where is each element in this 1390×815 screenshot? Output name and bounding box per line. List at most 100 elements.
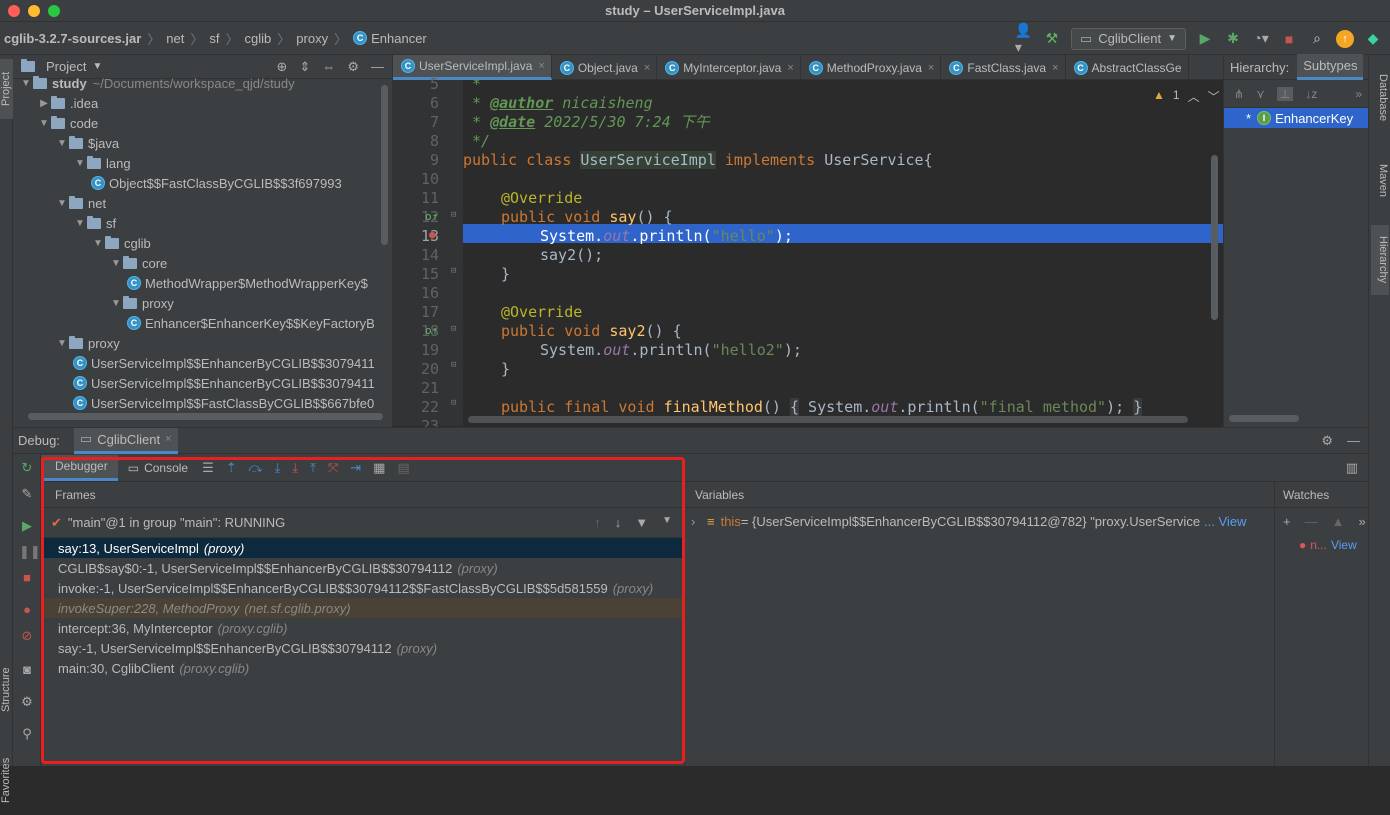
thread-selector[interactable]: ✔ "main"@1 in group "main": RUNNING ↑ ↓ … <box>41 508 684 538</box>
view-breakpoints-icon[interactable]: ● <box>19 602 35 618</box>
database-tool-tab[interactable]: Database <box>1371 63 1389 133</box>
tree-class-item[interactable]: C Object$$FastClassByCGLIB$$3f697993 <box>91 173 342 193</box>
drop-frame-icon[interactable]: ⤧ <box>328 460 338 476</box>
fold-icon[interactable]: ⊟ <box>451 266 456 276</box>
menu-icon[interactable]: ☰ <box>202 460 214 476</box>
trace-icon[interactable]: ▤ <box>397 460 409 476</box>
tree-class-item[interactable]: C UserServiceImpl$$EnhancerByCGLIB$$30794… <box>73 353 375 373</box>
tree-folder-item[interactable]: ▼ lang <box>73 153 131 173</box>
chevron-up-icon[interactable]: ︿ <box>1188 88 1200 105</box>
fold-icon[interactable]: ⊟ <box>451 360 456 370</box>
update-icon[interactable]: ↑ <box>1336 29 1354 48</box>
gear-icon[interactable]: ⚙ <box>1321 433 1333 449</box>
close-icon[interactable]: × <box>928 62 934 74</box>
stack-frame-row[interactable]: say:13, UserServiceImpl (proxy) <box>41 538 684 558</box>
tree-class-item[interactable]: C UserServiceImpl$$EnhancerByCGLIB$$30794… <box>73 373 375 393</box>
structure-tool-tab[interactable]: Structure <box>0 655 13 725</box>
run-icon[interactable]: ▶ <box>1196 30 1214 48</box>
add-watch-icon[interactable]: + <box>1283 514 1291 529</box>
remove-watch-icon[interactable]: — <box>1305 514 1318 529</box>
watch-item[interactable]: ● n... View <box>1275 534 1368 556</box>
tab-console[interactable]: ▭ Console <box>118 461 198 475</box>
maven-tool-tab[interactable]: Maven <box>1371 151 1389 211</box>
fold-icon[interactable]: ⊟ <box>451 210 456 220</box>
project-view-select[interactable]: Project <box>46 59 86 74</box>
mute-breakpoints-icon[interactable]: ⊘ <box>19 628 35 644</box>
step-into-icon[interactable]: ⤓ <box>275 460 281 476</box>
breadcrumb-item-jar[interactable]: cglib-3.2.7-sources.jar <box>4 31 141 46</box>
close-icon[interactable]: × <box>165 433 171 445</box>
run-configuration-select[interactable]: ▭ CglibClient ▼ <box>1070 27 1186 50</box>
tree-folder-item[interactable]: ▼ proxy <box>55 333 120 353</box>
stack-frame-row[interactable]: invokeSuper:228, MethodProxy (net.sf.cgli… <box>41 598 684 618</box>
chevron-down-icon[interactable]: ﹀ <box>1208 88 1220 105</box>
camera-icon[interactable]: ◙ <box>19 662 35 678</box>
tab-fastclass[interactable]: C FastClass.java × <box>941 55 1066 80</box>
tree-folder-item[interactable]: ▼ study ~/Documents/workspace_qjd/study <box>19 73 295 93</box>
arrow-down-icon[interactable]: ↓ <box>615 515 622 530</box>
stack-frame-row[interactable]: invoke:-1, UserServiceImpl$$EnhancerByCG… <box>41 578 684 598</box>
chevron-down-icon[interactable]: ▼ <box>92 61 102 72</box>
sort-icon[interactable]: ↓z <box>1305 87 1317 101</box>
fold-icon[interactable]: ⊟ <box>451 324 456 334</box>
filter-icon[interactable]: ▼ <box>635 515 648 530</box>
tree-folder-item[interactable]: ▼ sf <box>73 213 116 233</box>
breadcrumb-item-proxy[interactable]: proxy <box>296 31 328 46</box>
supertypes-icon[interactable]: ⋔ <box>1234 87 1244 101</box>
chevron-down-icon[interactable]: ▼ <box>37 118 51 129</box>
close-icon[interactable]: × <box>787 62 793 74</box>
run-to-cursor-icon[interactable]: ⇥ <box>350 460 361 476</box>
chevron-down-icon[interactable]: ▼ <box>109 298 123 309</box>
tab-subtypes[interactable]: Subtypes <box>1297 54 1364 80</box>
tree-class-item[interactable]: C Enhancer$EnhancerKey$$KeyFactoryB <box>127 313 375 333</box>
evaluate-expression-icon[interactable]: ▦ <box>373 460 385 476</box>
tab-myinterceptor[interactable]: C MyInterceptor.java × <box>657 55 801 80</box>
tree-folder-item[interactable]: ▼ $java <box>55 133 119 153</box>
code-editor[interactable]: * * @author nicaisheng * @date 2022/5/30… <box>463 80 1223 426</box>
subtypes-icon[interactable]: ⋎ <box>1256 87 1265 101</box>
stack-frame-row[interactable]: intercept:36, MyInterceptor (proxy.cglib) <box>41 618 684 638</box>
chevron-down-icon[interactable]: ▼ <box>19 78 33 89</box>
breadcrumb-item-enhancer[interactable]: Enhancer <box>371 31 427 46</box>
search-icon[interactable]: ⌕ <box>1308 30 1326 48</box>
chevron-right-icon[interactable]: ▶ <box>37 98 51 109</box>
hierarchy-hscrollbar[interactable] <box>1229 415 1299 422</box>
step-out-icon[interactable]: ⤒ <box>310 460 316 476</box>
more-icon[interactable]: » <box>1358 514 1365 529</box>
debug-session-tab[interactable]: ▭ CglibClient × <box>73 427 178 454</box>
build-hammer-icon[interactable]: ⚒ <box>1043 30 1061 48</box>
override-gutter-icon[interactable]: o↑ <box>425 210 438 223</box>
stack-frame-row[interactable]: CGLIB$say$0:-1, UserServiceImpl$$Enhance… <box>41 558 684 578</box>
show-execution-point-icon[interactable]: ⇡ <box>226 460 237 476</box>
gear-icon[interactable]: ⚙ <box>347 59 359 75</box>
arrow-up-icon[interactable]: ↑ <box>594 515 601 530</box>
tab-methodproxy[interactable]: C MethodProxy.java × <box>801 55 942 80</box>
stop-icon[interactable]: ■ <box>19 570 35 586</box>
coverage-icon[interactable]: ◔▾ <box>1252 30 1270 48</box>
chevron-down-icon[interactable]: ▼ <box>73 158 87 169</box>
chevron-right-icon[interactable]: › <box>691 514 707 529</box>
close-icon[interactable]: × <box>1052 62 1058 74</box>
watch-view-link[interactable]: View <box>1331 538 1357 552</box>
gear-icon[interactable]: ⚙ <box>19 694 35 710</box>
expand-all-icon[interactable]: ⇕ <box>299 59 310 75</box>
rerun-icon[interactable]: ↻ <box>19 460 35 476</box>
hide-icon[interactable]: — <box>1347 433 1360 449</box>
tree-class-item[interactable]: C MethodWrapper$MethodWrapperKey$ <box>127 273 368 293</box>
favorites-tool-tab[interactable]: Favorites <box>0 745 13 815</box>
class-hierarchy-icon[interactable]: ⊥ <box>1276 86 1294 101</box>
pin-icon[interactable]: ⚲ <box>19 726 35 742</box>
collapse-all-icon[interactable]: ⇔ <box>322 59 335 75</box>
project-hscrollbar[interactable] <box>28 413 383 420</box>
fold-icon[interactable]: ⊟ <box>451 398 456 408</box>
editor-scrollbar[interactable] <box>1211 155 1218 320</box>
tree-folder-item[interactable]: ▼ proxy <box>109 293 174 313</box>
chevron-down-icon[interactable]: ▼ <box>55 338 69 349</box>
tree-folder-item[interactable]: ▼ code <box>37 113 98 133</box>
stack-frame-row[interactable]: main:30, CglibClient (proxy.cglib) <box>41 658 684 678</box>
chevron-down-icon[interactable]: ▼ <box>73 218 87 229</box>
move-up-icon[interactable]: ▲ <box>1332 514 1345 529</box>
force-step-into-icon[interactable]: ⤓ <box>292 460 298 476</box>
override-gutter-icon[interactable]: o↑ <box>425 324 438 337</box>
resume-icon[interactable]: ▶ <box>19 518 35 534</box>
